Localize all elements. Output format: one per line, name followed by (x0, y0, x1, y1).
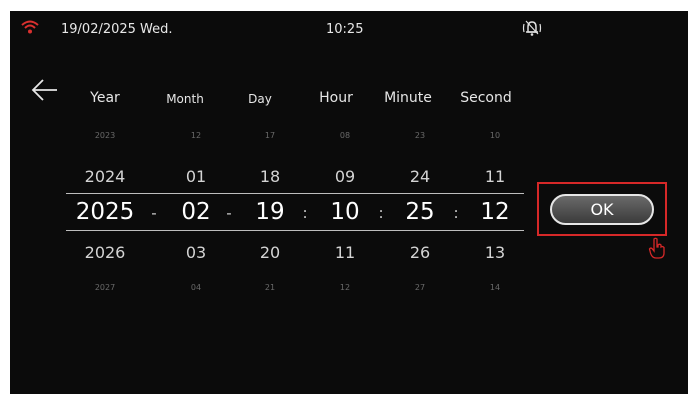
second-prev[interactable]: 11 (455, 167, 535, 186)
day-prev[interactable]: 18 (230, 167, 310, 186)
year-prev[interactable]: 2024 (65, 167, 145, 186)
header-hour: Hour (319, 90, 353, 106)
minute-selected[interactable]: 25 (380, 199, 460, 225)
selection-line-top (66, 193, 524, 194)
year-next[interactable]: 2026 (65, 243, 145, 262)
minute-prev-2[interactable]: 23 (380, 131, 460, 140)
second-next-2[interactable]: 14 (455, 283, 535, 292)
second-selected[interactable]: 12 (455, 199, 535, 225)
month-prev[interactable]: 01 (156, 167, 236, 186)
year-next-2[interactable]: 2027 (65, 283, 145, 292)
date-time-settings-screen: 19/02/2025 Wed. 10:25 Year Month Day Hou… (10, 11, 688, 394)
hour-next[interactable]: 11 (305, 243, 385, 262)
year-selected[interactable]: 2025 (65, 199, 145, 225)
minute-next[interactable]: 26 (380, 243, 460, 262)
hour-next-2[interactable]: 12 (305, 283, 385, 292)
ok-button[interactable]: OK (550, 194, 654, 225)
day-next[interactable]: 20 (230, 243, 310, 262)
day-next-2[interactable]: 21 (230, 283, 310, 292)
second-next[interactable]: 13 (455, 243, 535, 262)
header-month: Month (166, 92, 204, 106)
month-prev-2[interactable]: 12 (156, 131, 236, 140)
hour-prev-2[interactable]: 08 (305, 131, 385, 140)
hand-pointer-icon (648, 237, 665, 259)
year-prev-2[interactable]: 2023 (65, 131, 145, 140)
day-selected[interactable]: 19 (230, 199, 310, 225)
second-prev-2[interactable]: 10 (455, 131, 535, 140)
hour-selected[interactable]: 10 (305, 199, 385, 225)
month-next-2[interactable]: 04 (156, 283, 236, 292)
minute-next-2[interactable]: 27 (380, 283, 460, 292)
header-year: Year (90, 90, 120, 106)
month-next[interactable]: 03 (156, 243, 236, 262)
hour-prev[interactable]: 09 (305, 167, 385, 186)
minute-prev[interactable]: 24 (380, 167, 460, 186)
selection-line-bottom (66, 230, 524, 231)
header-second: Second (460, 90, 512, 106)
day-prev-2[interactable]: 17 (230, 131, 310, 140)
header-day: Day (248, 92, 272, 106)
header-minute: Minute (384, 90, 432, 106)
